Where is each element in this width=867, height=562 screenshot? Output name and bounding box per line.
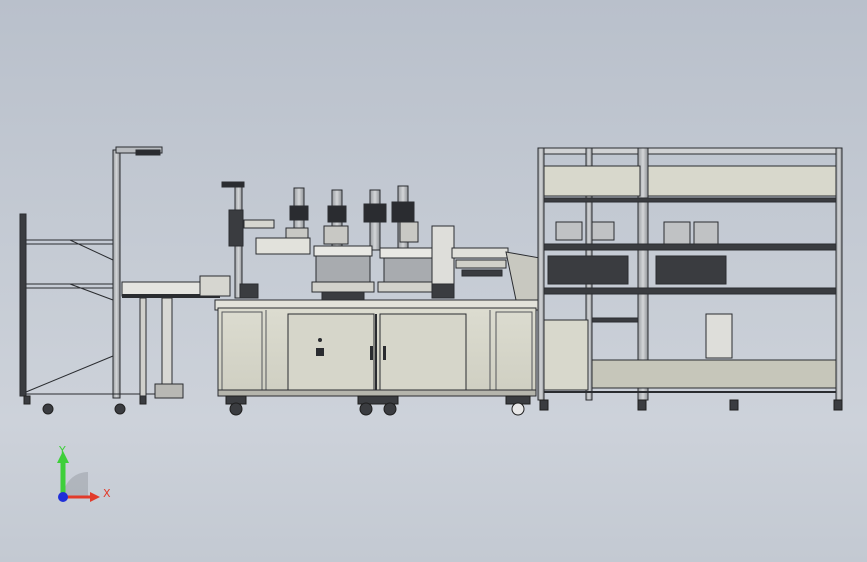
right-rack-feet (539, 399, 843, 411)
pneumatic-stations (255, 185, 419, 255)
x-axis-label: X (103, 487, 111, 500)
cad-viewport[interactable]: Y X (0, 0, 867, 562)
transfer-track (451, 247, 541, 301)
y-axis-label: Y (58, 444, 66, 457)
bowl-feeder-left (311, 245, 375, 301)
main-cabinet-casters (225, 395, 531, 416)
triad-plane (63, 472, 88, 497)
coordinate-triad[interactable]: Y X (57, 444, 111, 502)
machine-assembly-drawing: Y X (19, 146, 843, 502)
infeed-conveyor (121, 275, 231, 399)
left-rack-casters (23, 395, 147, 415)
main-cabinet (214, 299, 541, 397)
z-axis-point (58, 492, 68, 502)
x-axis-head (90, 492, 100, 502)
right-rack (537, 147, 843, 401)
